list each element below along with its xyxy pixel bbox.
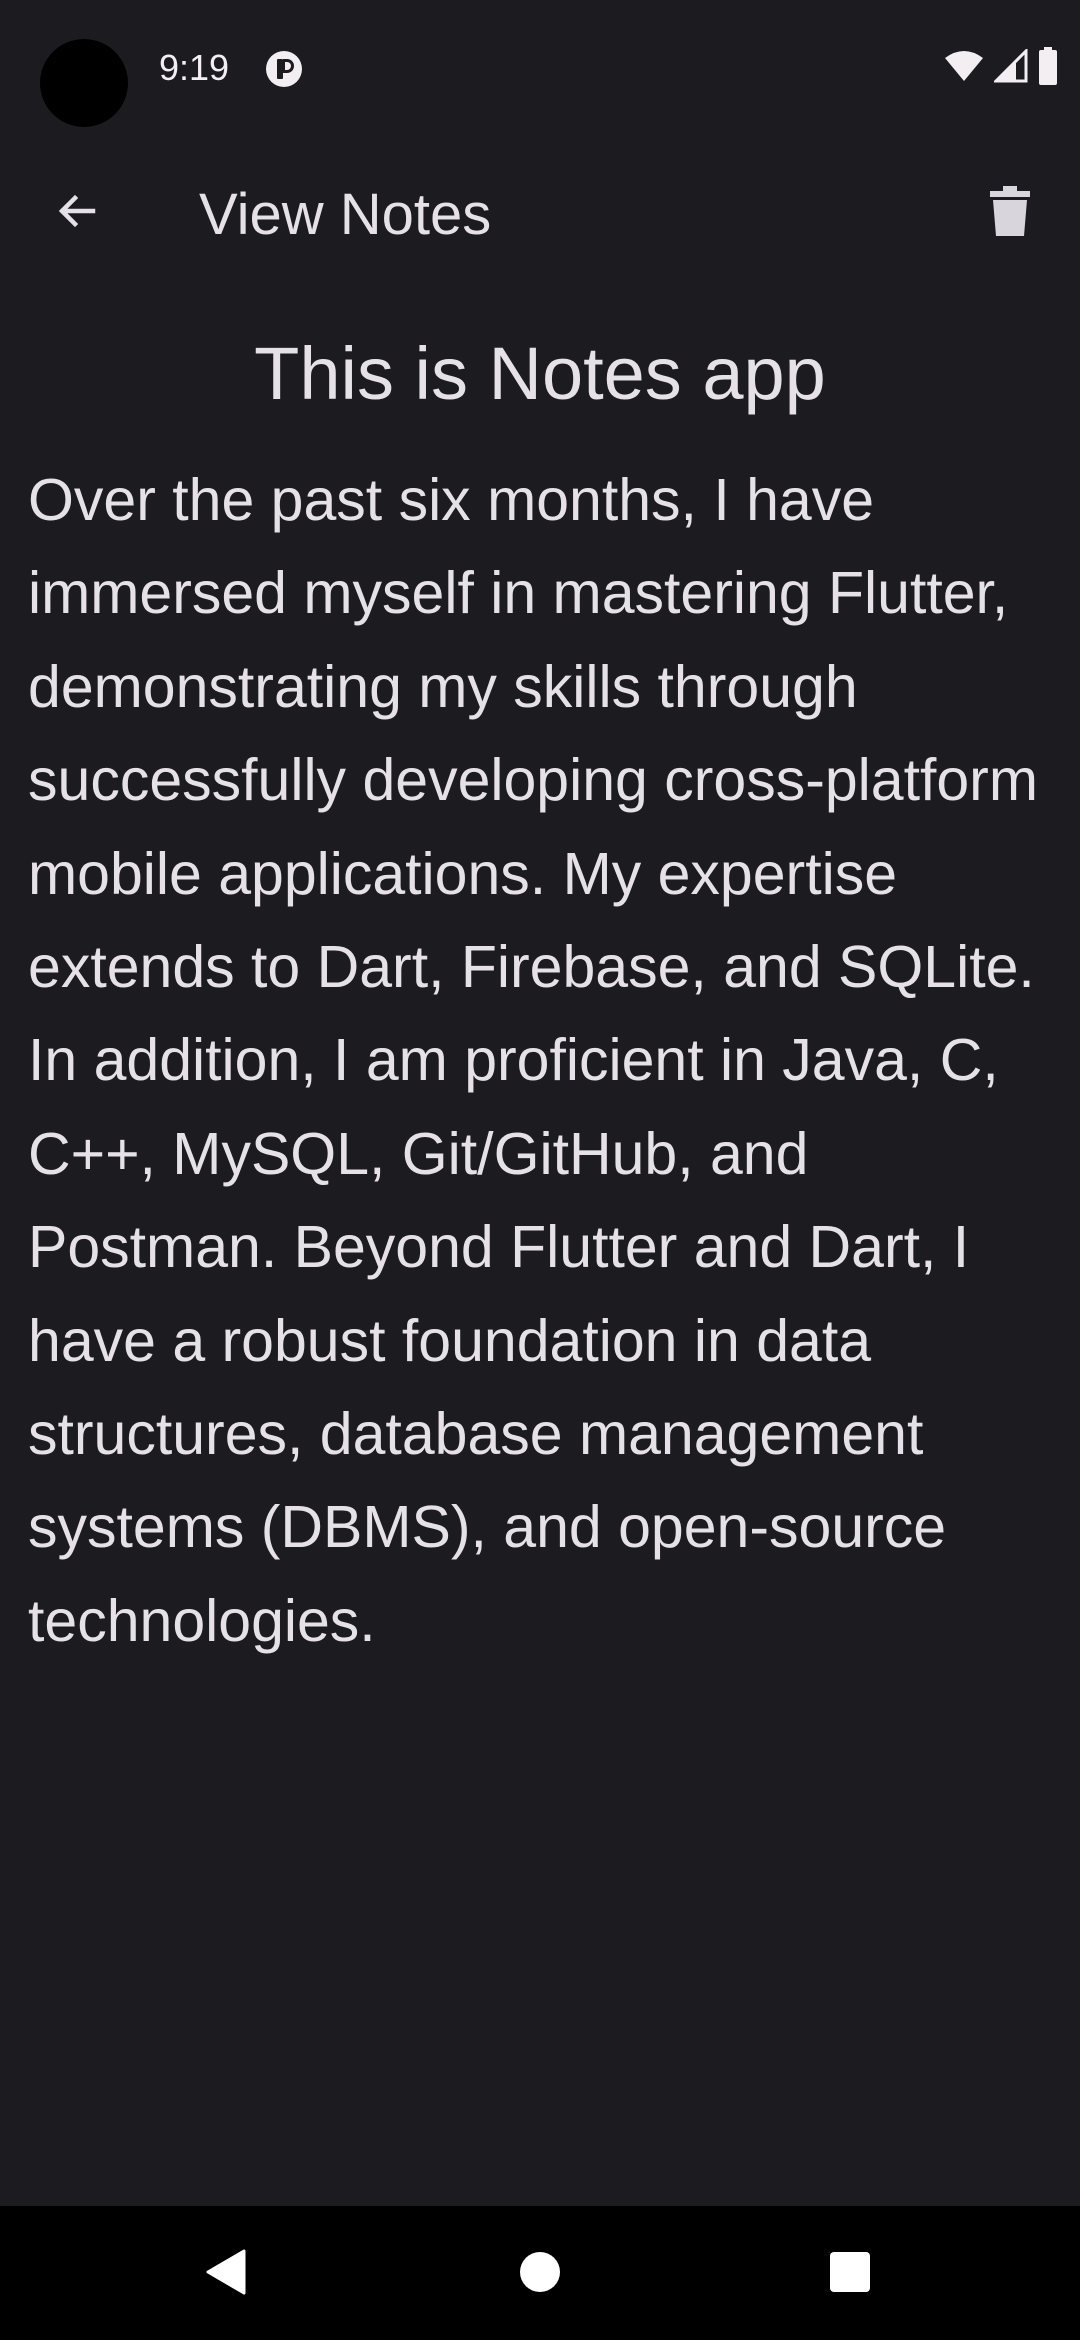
cell-signal-icon bbox=[992, 46, 1028, 88]
status-bar: 9:19 bbox=[0, 0, 1080, 136]
nav-home-button[interactable] bbox=[500, 2234, 580, 2314]
nav-back-triangle-icon bbox=[204, 2249, 248, 2300]
app-bar: View Notes bbox=[0, 136, 1080, 286]
back-button[interactable] bbox=[37, 173, 117, 253]
camera-cutout bbox=[40, 39, 128, 127]
page-title: View Notes bbox=[199, 182, 492, 247]
system-navigation-bar bbox=[0, 2206, 1080, 2340]
nav-recents-square-icon bbox=[829, 2251, 871, 2298]
note-title: This is Notes app bbox=[254, 332, 826, 415]
trash-icon bbox=[990, 185, 1030, 241]
delete-note-button[interactable] bbox=[970, 173, 1050, 253]
nav-back-button[interactable] bbox=[186, 2234, 266, 2314]
wifi-icon bbox=[944, 50, 984, 87]
arrow-back-icon bbox=[53, 187, 101, 240]
nav-home-circle-icon bbox=[519, 2251, 561, 2298]
status-time: 9:19 bbox=[159, 47, 230, 88]
nav-recents-button[interactable] bbox=[810, 2234, 890, 2314]
note-body: Over the past six months, I have immerse… bbox=[28, 467, 1038, 1654]
app-notification-icon bbox=[265, 50, 303, 88]
status-icons bbox=[944, 46, 1058, 90]
battery-icon bbox=[1038, 46, 1058, 90]
